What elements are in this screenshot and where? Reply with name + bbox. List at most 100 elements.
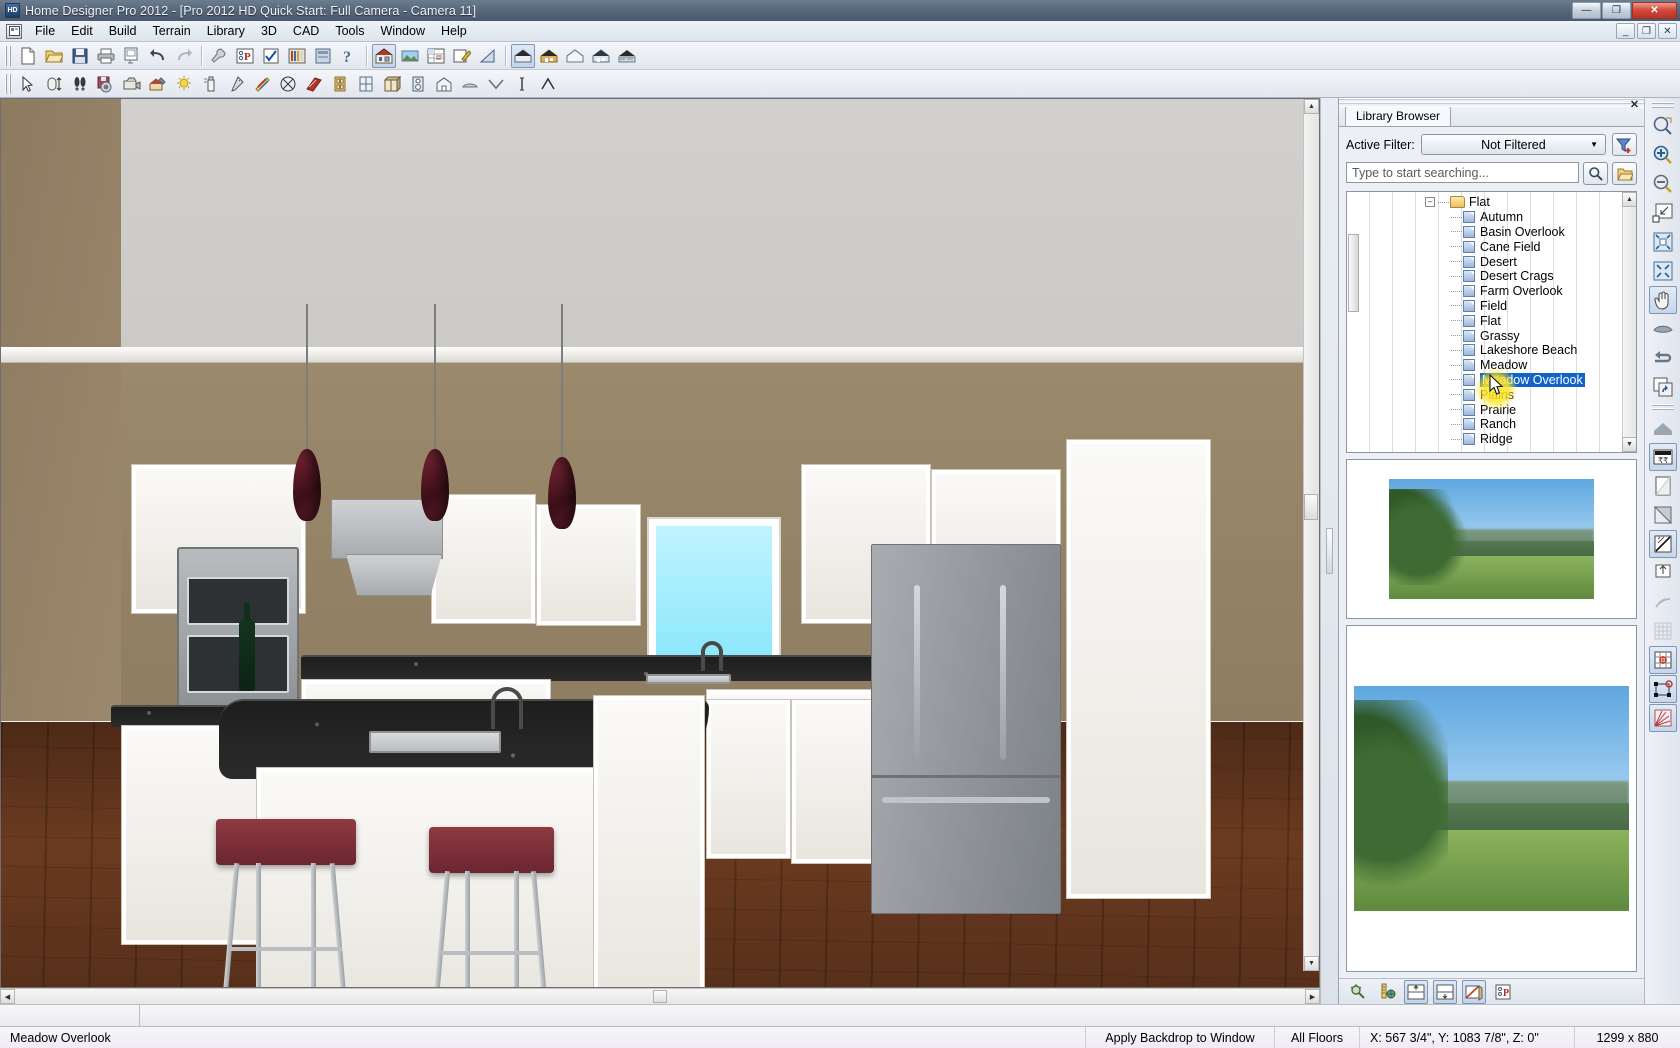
door-icon[interactable] [328, 72, 352, 96]
appliance-icon[interactable] [406, 72, 430, 96]
room-icon[interactable] [432, 72, 456, 96]
camera-viewport-3d[interactable]: ▲ ▼ [0, 98, 1320, 988]
house-wizard-icon[interactable] [511, 44, 535, 68]
tree-node-root[interactable]: – Flat [1347, 195, 1636, 210]
camera-view-icon[interactable] [398, 44, 422, 68]
cross-section-icon[interactable] [476, 44, 500, 68]
grid-snaps-icon[interactable] [1649, 646, 1677, 674]
pan-icon[interactable] [1649, 286, 1677, 314]
close-button[interactable]: ✕ [1632, 2, 1677, 19]
document-icon[interactable] [6, 24, 22, 39]
list-item[interactable]: Farm Overlook [1347, 284, 1636, 299]
view-toolbar-grip[interactable] [1652, 102, 1674, 109]
open-plan-icon[interactable] [42, 44, 66, 68]
panel-bottom-icon[interactable] [1433, 980, 1457, 1004]
tab-library-browser[interactable]: Library Browser [1345, 106, 1451, 126]
house-tools-icon[interactable] [146, 72, 170, 96]
print-icon[interactable] [94, 44, 118, 68]
align-up-icon[interactable] [1649, 588, 1677, 616]
house-template-icon[interactable] [537, 44, 561, 68]
splitter-handle[interactable] [1326, 528, 1333, 574]
filter-add-icon[interactable] [1612, 133, 1637, 156]
library-tree[interactable]: – Flat Autumn Basin Overlook [1346, 191, 1637, 453]
foundation-icon[interactable] [589, 44, 613, 68]
scroll-right-button[interactable]: ▶ [1305, 989, 1320, 1004]
floor-plan-view-icon[interactable] [372, 44, 396, 68]
menu-help[interactable]: Help [433, 22, 475, 40]
menu-3d[interactable]: 3D [253, 22, 285, 40]
tree-scroll-down-button[interactable]: ▼ [1622, 437, 1637, 452]
menu-tools[interactable]: Tools [327, 22, 372, 40]
fill-window-building-icon[interactable] [1649, 228, 1677, 256]
mdi-minimize-button[interactable]: _ [1616, 23, 1635, 39]
viewport-vertical-scrollbar[interactable]: ▲ ▼ [1303, 99, 1319, 971]
zoom-extents-icon[interactable] [1649, 257, 1677, 285]
roof-plane-icon[interactable] [458, 72, 482, 96]
window-icon[interactable] [354, 72, 378, 96]
toolbar-grip[interactable] [5, 46, 12, 66]
display-options-icon[interactable] [1649, 530, 1677, 558]
save-camera-icon[interactable] [94, 72, 118, 96]
print-preview-icon[interactable] [120, 44, 144, 68]
plan-check-icon[interactable]: P [233, 44, 257, 68]
collapse-icon[interactable]: – [1425, 197, 1435, 207]
previous-view-icon[interactable] [1649, 315, 1677, 343]
list-item[interactable]: Ranch [1347, 417, 1636, 432]
menu-edit[interactable]: Edit [63, 22, 101, 40]
material-painter-icon[interactable] [250, 72, 274, 96]
refresh-display-icon[interactable] [1649, 373, 1677, 401]
reference-display-icon[interactable]: ₹₹ [1649, 443, 1677, 471]
project-browser-icon[interactable] [311, 44, 335, 68]
undo-zoom-icon[interactable] [1649, 344, 1677, 372]
roof-icon[interactable] [563, 44, 587, 68]
tree-scroll-thumb[interactable] [1348, 234, 1359, 312]
list-item[interactable]: Lakeshore Beach [1347, 343, 1636, 358]
toolbar-grip-2[interactable] [5, 74, 12, 94]
measure-globe-icon[interactable] [1375, 980, 1399, 1004]
scroll-down-button[interactable]: ▼ [1304, 956, 1319, 971]
library-browser-icon[interactable] [285, 44, 309, 68]
view-toolbar-grip-2[interactable] [1652, 404, 1674, 411]
list-item[interactable]: Basin Overlook [1347, 225, 1636, 240]
cabinet-icon[interactable] [380, 72, 404, 96]
check-icon[interactable] [259, 44, 283, 68]
project-browser-icon[interactable]: P [1491, 980, 1515, 1004]
maximize-button[interactable]: ❐ [1602, 2, 1631, 19]
preferences-icon[interactable] [207, 44, 231, 68]
zoom-in-icon[interactable] [1649, 141, 1677, 169]
zoom-out-icon[interactable] [1649, 170, 1677, 198]
viewport-vscroll-thumb[interactable] [1304, 494, 1318, 520]
zoom-icon[interactable] [1649, 112, 1677, 140]
close-icon[interactable]: ✕ [1627, 98, 1642, 111]
menu-file[interactable]: File [27, 22, 63, 40]
menu-terrain[interactable]: Terrain [145, 22, 199, 40]
dimension-icon[interactable] [1649, 559, 1677, 587]
angle-snaps-icon[interactable] [1649, 617, 1677, 645]
list-item[interactable]: Field [1347, 299, 1636, 314]
minimize-button[interactable]: — [1572, 2, 1601, 19]
eyedropper-icon[interactable] [224, 72, 248, 96]
viewport-hscroll-thumb[interactable] [653, 990, 667, 1003]
edit-area-icon[interactable] [450, 44, 474, 68]
fill-window-icon[interactable] [1649, 199, 1677, 227]
terrain-icon[interactable] [615, 44, 639, 68]
color-on-off-icon[interactable] [1649, 501, 1677, 529]
material-list-icon[interactable] [424, 44, 448, 68]
chevron-icon[interactable] [484, 72, 508, 96]
menu-window[interactable]: Window [373, 22, 433, 40]
wall-icon[interactable] [510, 72, 534, 96]
viewport-horizontal-scrollbar[interactable]: ◀ ▶ [0, 988, 1320, 1004]
panel-splitter[interactable] [1320, 98, 1338, 1004]
panel-diagonal-icon[interactable] [1462, 980, 1486, 1004]
list-item[interactable]: Desert [1347, 254, 1636, 269]
list-item[interactable]: Grassy [1347, 328, 1636, 343]
list-item[interactable]: Autumn [1347, 210, 1636, 225]
menu-library[interactable]: Library [199, 22, 253, 40]
menu-cad[interactable]: CAD [285, 22, 327, 40]
tree-scrollbar[interactable]: ▲ ▼ [1622, 192, 1636, 452]
list-item[interactable]: Desert Crags [1347, 269, 1636, 284]
scroll-up-button[interactable]: ▲ [1304, 99, 1319, 114]
list-item[interactable]: Ridge [1347, 432, 1636, 447]
list-item[interactable]: Flat [1347, 313, 1636, 328]
menu-build[interactable]: Build [101, 22, 145, 40]
